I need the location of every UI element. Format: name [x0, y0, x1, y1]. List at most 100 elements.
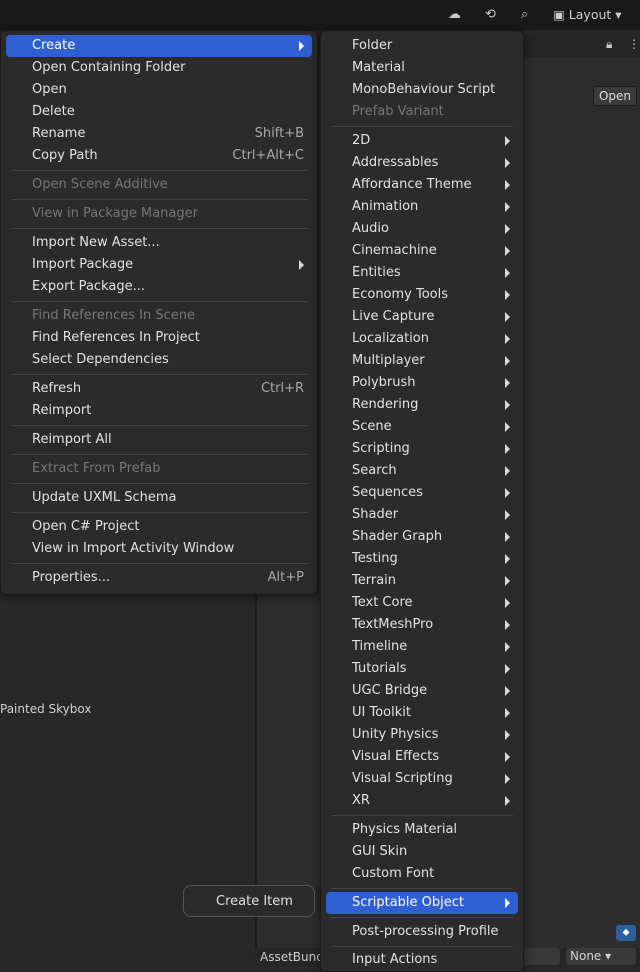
menu-item-label: Copy Path	[32, 148, 98, 163]
menu-item-multiplayer[interactable]: Multiplayer	[326, 350, 518, 372]
variant-dropdown[interactable]: None ▾	[566, 948, 636, 965]
menu-item-label: Localization	[352, 331, 429, 346]
menu-item-label: Post-processing Profile	[352, 924, 499, 939]
menu-item-label: Custom Font	[352, 866, 435, 881]
menu-item-post-processing-profile[interactable]: Post-processing Profile	[326, 921, 518, 943]
menu-item-open[interactable]: Open	[6, 79, 312, 101]
more-icon[interactable]: ⋮	[628, 37, 640, 51]
menu-item-shader[interactable]: Shader	[326, 504, 518, 526]
search-icon[interactable]: ⌕	[521, 7, 528, 22]
menu-item-testing[interactable]: Testing	[326, 548, 518, 570]
menu-item-monobehaviour-script[interactable]: MonoBehaviour Script	[326, 79, 518, 101]
menu-item-xr[interactable]: XR	[326, 790, 518, 812]
menu-item-label: UGC Bridge	[352, 683, 428, 698]
menu-item-gui-skin[interactable]: GUI Skin	[326, 841, 518, 863]
menu-item-label: Delete	[32, 104, 75, 119]
submenu-arrow-icon	[505, 422, 510, 432]
menu-item-visual-scripting[interactable]: Visual Scripting	[326, 768, 518, 790]
cloud-icon[interactable]: ☁	[448, 7, 461, 22]
menu-item-cinemachine[interactable]: Cinemachine	[326, 240, 518, 262]
menu-item-view-in-import-activity-window[interactable]: View in Import Activity Window	[6, 538, 312, 560]
menu-item-label: Tutorials	[352, 661, 407, 676]
menu-item-scriptable-object[interactable]: Scriptable Object	[326, 892, 518, 914]
menu-item-economy-tools[interactable]: Economy Tools	[326, 284, 518, 306]
menu-item-import-package[interactable]: Import Package	[6, 254, 312, 276]
menu-item-addressables[interactable]: Addressables	[326, 152, 518, 174]
submenu-arrow-icon	[505, 334, 510, 344]
submenu-arrow-icon	[505, 268, 510, 278]
menu-item-polybrush[interactable]: Polybrush	[326, 372, 518, 394]
menu-item-terrain[interactable]: Terrain	[326, 570, 518, 592]
menu-item-prefab-variant: Prefab Variant	[326, 101, 518, 123]
menu-item-reimport[interactable]: Reimport	[6, 400, 312, 422]
menu-item-text-core[interactable]: Text Core	[326, 592, 518, 614]
submenu-arrow-icon	[505, 554, 510, 564]
menu-item-find-references-in-project[interactable]: Find References In Project	[6, 327, 312, 349]
menu-item-entities[interactable]: Entities	[326, 262, 518, 284]
menu-item-rename[interactable]: Rename Shift+B	[6, 123, 312, 145]
menu-item-affordance-theme[interactable]: Affordance Theme	[326, 174, 518, 196]
menu-item-select-dependencies[interactable]: Select Dependencies	[6, 349, 312, 371]
menu-item-open-c-project[interactable]: Open C# Project	[6, 516, 312, 538]
menu-item-properties[interactable]: Properties... Alt+P	[6, 567, 312, 589]
menu-item-update-uxml-schema[interactable]: Update UXML Schema	[6, 487, 312, 509]
menu-item-label: Open C# Project	[32, 519, 140, 534]
menu-item-audio[interactable]: Audio	[326, 218, 518, 240]
menu-item-rendering[interactable]: Rendering	[326, 394, 518, 416]
submenu-arrow-icon	[505, 730, 510, 740]
menu-item-label: Cinemachine	[352, 243, 437, 258]
menu-item-label: Unity Physics	[352, 727, 439, 742]
menu-item-reimport-all[interactable]: Reimport All	[6, 429, 312, 451]
skybox-label: Painted Skybox	[0, 702, 92, 716]
menu-item-open-scene-additive: Open Scene Additive	[6, 174, 312, 196]
layout-dropdown[interactable]: ▣ Layout ▾	[553, 7, 622, 22]
menu-item-animation[interactable]: Animation	[326, 196, 518, 218]
menu-item-visual-effects[interactable]: Visual Effects	[326, 746, 518, 768]
submenu-arrow-icon	[505, 246, 510, 256]
menu-item-textmeshpro[interactable]: TextMeshPro	[326, 614, 518, 636]
submenu-arrow-icon	[505, 466, 510, 476]
menu-item-label: Update UXML Schema	[32, 490, 177, 505]
menu-item-2d[interactable]: 2D	[326, 130, 518, 152]
menu-item-ugc-bridge[interactable]: UGC Bridge	[326, 680, 518, 702]
menu-item-label: Open	[32, 82, 67, 97]
menu-item-live-capture[interactable]: Live Capture	[326, 306, 518, 328]
menu-item-ui-toolkit[interactable]: UI Toolkit	[326, 702, 518, 724]
create-item-menu-item[interactable]: Create Item	[216, 894, 293, 909]
menu-item-label: Terrain	[352, 573, 397, 588]
menu-item-unity-physics[interactable]: Unity Physics	[326, 724, 518, 746]
menu-item-timeline[interactable]: Timeline	[326, 636, 518, 658]
menu-item-label: Economy Tools	[352, 287, 449, 302]
menu-item-search[interactable]: Search	[326, 460, 518, 482]
menu-item-label: Extract From Prefab	[32, 461, 161, 476]
menu-item-label: Live Capture	[352, 309, 435, 324]
menu-item-copy-path[interactable]: Copy Path Ctrl+Alt+C	[6, 145, 312, 167]
open-button[interactable]: Open	[593, 86, 637, 106]
menu-item-delete[interactable]: Delete	[6, 101, 312, 123]
menu-item-custom-font[interactable]: Custom Font	[326, 863, 518, 885]
submenu-arrow-icon	[505, 532, 510, 542]
menu-item-label: TextMeshPro	[352, 617, 434, 632]
menu-item-tutorials[interactable]: Tutorials	[326, 658, 518, 680]
menu-item-refresh[interactable]: Refresh Ctrl+R	[6, 378, 312, 400]
menu-item-label: Shader	[352, 507, 399, 522]
menu-item-label: XR	[352, 793, 370, 808]
menu-item-create[interactable]: Create	[6, 35, 312, 57]
menu-item-shader-graph[interactable]: Shader Graph	[326, 526, 518, 548]
menu-item-localization[interactable]: Localization	[326, 328, 518, 350]
lock-icon[interactable]: 🔒︎	[606, 37, 612, 52]
menu-item-import-new-asset[interactable]: Import New Asset...	[6, 232, 312, 254]
submenu-arrow-icon	[505, 686, 510, 696]
menu-item-export-package[interactable]: Export Package...	[6, 276, 312, 298]
menu-item-scripting[interactable]: Scripting	[326, 438, 518, 460]
menu-item-input-actions[interactable]: Input Actions	[326, 949, 518, 971]
menu-item-sequences[interactable]: Sequences	[326, 482, 518, 504]
menu-item-label: Testing	[352, 551, 398, 566]
history-icon[interactable]: ⟲	[485, 7, 496, 22]
menu-item-folder[interactable]: Folder	[326, 35, 518, 57]
menu-item-open-containing-folder[interactable]: Open Containing Folder	[6, 57, 312, 79]
menu-item-scene[interactable]: Scene	[326, 416, 518, 438]
menu-item-physics-material[interactable]: Physics Material	[326, 819, 518, 841]
tag-icon[interactable]: ⬥	[616, 925, 636, 941]
menu-item-material[interactable]: Material	[326, 57, 518, 79]
